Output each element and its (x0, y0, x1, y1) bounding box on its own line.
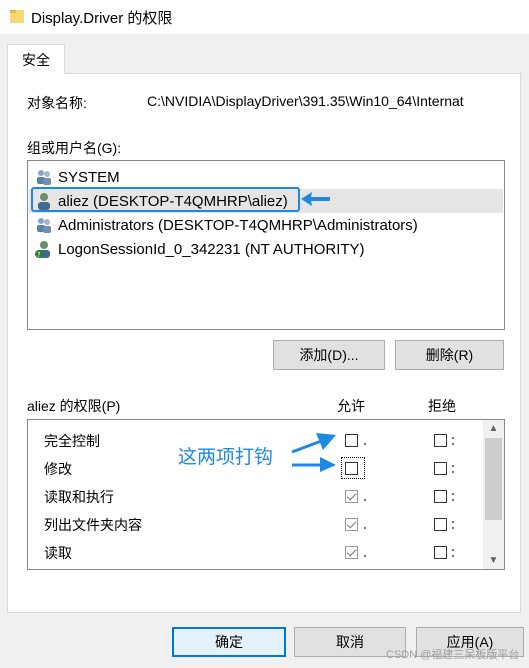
title-bar: Display.Driver 的权限 (0, 0, 529, 34)
add-button-label: 添加(D)... (299, 347, 359, 363)
groups-list[interactable]: SYSTEM aliez (DESKTOP-T4QMHRP\aliez) Adm… (27, 160, 505, 330)
window-title: Display.Driver 的权限 (31, 10, 173, 27)
svg-text:?: ? (37, 251, 41, 258)
object-name-value: C:\NVIDIA\DisplayDriver\391.35\Win10_64\… (147, 93, 464, 109)
allow-header: 允许 (337, 398, 365, 414)
cancel-button-label: 取消 (336, 634, 364, 650)
allow-checkbox[interactable] (345, 434, 358, 447)
permission-row: 列出文件夹内容 (28, 509, 484, 537)
tab-label: 安全 (22, 51, 50, 68)
deny-checkbox[interactable] (434, 490, 447, 503)
annotation-text: 这两项打钩 (178, 447, 274, 468)
permissions-label: aliez 的权限(P) (27, 398, 121, 414)
list-item[interactable]: ? LogonSessionId_0_342231 (NT AUTHORITY) (29, 237, 503, 261)
ok-button[interactable]: 确定 (172, 627, 286, 657)
remove-button-label: 删除(R) (425, 347, 474, 363)
allow-checkbox[interactable] (345, 518, 358, 531)
groups-label: 组或用户名(G): (27, 140, 122, 156)
list-item-label: Administrators (DESKTOP-T4QMHRP\Administ… (58, 216, 418, 234)
scroll-down-icon[interactable]: ▼ (483, 552, 504, 569)
watermark: CSDN @福建三呆板版平台 (386, 649, 520, 661)
user-icon (38, 193, 50, 210)
list-item[interactable]: Administrators (DESKTOP-T4QMHRP\Administ… (29, 213, 503, 237)
deny-checkbox[interactable] (434, 462, 447, 475)
permission-name: 读取 (44, 545, 72, 561)
list-item-selected[interactable]: aliez (DESKTOP-T4QMHRP\aliez) (29, 189, 503, 213)
add-button[interactable]: 添加(D)... (273, 340, 385, 370)
users-group-icon (37, 170, 51, 185)
permission-name: 列出文件夹内容 (44, 517, 142, 533)
list-item-label: LogonSessionId_0_342231 (NT AUTHORITY) (58, 240, 365, 258)
permissions-scrollbar[interactable]: ▲ ▼ (483, 420, 504, 569)
deny-checkbox[interactable] (434, 518, 447, 531)
allow-checkbox[interactable] (345, 490, 358, 503)
permission-name: 读取和执行 (44, 489, 114, 505)
folder-icon (10, 10, 24, 23)
allow-checkbox[interactable] (345, 546, 358, 559)
permission-name: 完全控制 (44, 433, 100, 449)
allow-checkbox[interactable] (345, 462, 358, 475)
permission-name: 修改 (44, 461, 72, 477)
object-name-label: 对象名称: (27, 95, 87, 111)
ok-button-label: 确定 (215, 634, 243, 650)
scroll-up-icon[interactable]: ▲ (483, 420, 504, 437)
permission-row: 读取和执行 (28, 481, 484, 509)
user-question-icon: ? (35, 241, 50, 258)
list-item-label: aliez (DESKTOP-T4QMHRP\aliez) (58, 192, 288, 210)
scroll-thumb[interactable] (485, 438, 502, 520)
list-item[interactable]: SYSTEM (29, 165, 503, 189)
deny-checkbox[interactable] (434, 434, 447, 447)
arrow-right-icon (292, 457, 336, 472)
deny-header: 拒绝 (428, 398, 456, 414)
permission-row: 读取 (28, 537, 484, 565)
list-item-label: SYSTEM (58, 168, 120, 186)
remove-button[interactable]: 删除(R) (395, 340, 504, 370)
tab-security[interactable]: 安全 (7, 44, 65, 74)
arrow-left-icon (301, 192, 330, 206)
deny-checkbox[interactable] (434, 546, 447, 559)
users-group-icon (37, 218, 51, 233)
